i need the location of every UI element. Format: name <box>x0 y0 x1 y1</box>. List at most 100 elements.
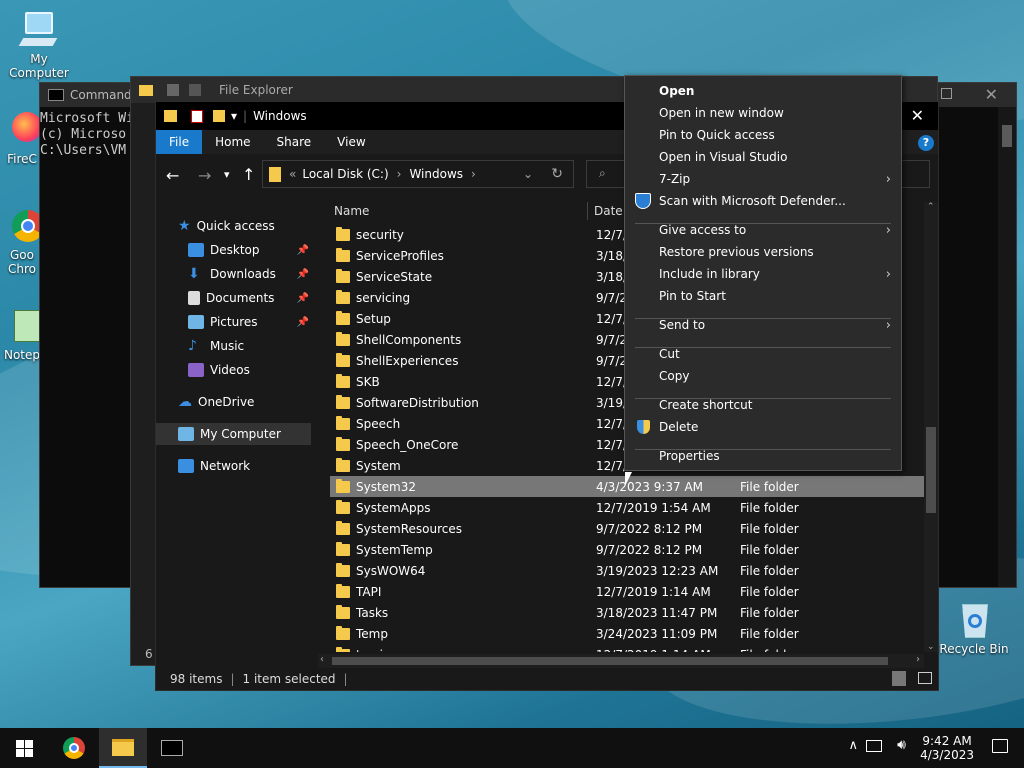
cmd-maximize-button[interactable] <box>941 88 952 99</box>
file-name: Speech <box>356 416 401 431</box>
nav-label: Pictures <box>210 315 258 329</box>
column-divider[interactable] <box>587 202 588 220</box>
menu-item-give-access-to[interactable]: Give access to › <box>625 219 901 241</box>
tab-home[interactable]: Home <box>202 130 263 154</box>
nav-item-pictures[interactable]: Pictures 📌 <box>156 311 311 333</box>
menu-item-include-in-library[interactable]: Include in library › <box>625 263 901 285</box>
address-dropdown-icon[interactable]: ⌄ <box>523 167 533 181</box>
address-bar[interactable]: « Local Disk (C:) › Windows › ⌄ ↻ <box>262 160 574 188</box>
file-row[interactable]: SystemTemp 9/7/2022 8:12 PM File folder <box>330 539 924 560</box>
folder-icon <box>336 478 350 493</box>
horizontal-scrollbar[interactable]: ‹ › <box>318 654 924 668</box>
recent-dropdown-icon[interactable]: ▾ <box>224 168 230 181</box>
file-date: 9/7/2022 8:12 PM <box>596 542 703 557</box>
scroll-up-icon[interactable]: ⌃ <box>927 202 935 212</box>
nav-item-documents[interactable]: Documents 📌 <box>156 287 311 309</box>
network-status-icon[interactable] <box>866 740 882 752</box>
properties-check-icon[interactable] <box>191 109 203 123</box>
help-icon[interactable]: ? <box>918 135 934 151</box>
file-row[interactable]: tracing12/7/2019 1:14 AMFile folder <box>330 644 924 652</box>
network-icon <box>178 459 194 473</box>
volume-icon[interactable]: 🔊︎ <box>897 737 906 753</box>
quick-access-dropdown-icon[interactable]: ▾ <box>231 109 237 123</box>
sort-ascending-icon: ^ <box>450 202 458 207</box>
up-arrow-icon[interactable]: ↑ <box>242 165 255 184</box>
refresh-icon[interactable]: ↻ <box>551 166 563 182</box>
folder-icon <box>336 415 350 430</box>
file-row[interactable]: SystemResources 9/7/2022 8:12 PM File fold… <box>330 518 924 539</box>
desktop-icon-label: Notep <box>3 348 41 362</box>
menu-item-open-in-visual-studio[interactable]: Open in Visual Studio <box>625 146 901 168</box>
breadcrumb-windows[interactable]: Windows <box>409 167 463 181</box>
nav-item-downloads[interactable]: ⬇ Downloads 📌 <box>156 263 311 285</box>
file-list-scrollbar[interactable]: ⌃ ⌄ <box>924 202 938 652</box>
nav-item-music[interactable]: ♪ Music <box>156 335 311 357</box>
menu-item-scan-with-microsoft-defender[interactable]: Scan with Microsoft Defender... <box>625 190 901 212</box>
file-date: 9/7/2022 8:12 PM <box>596 521 703 536</box>
address-overflow[interactable]: « <box>289 167 296 181</box>
file-row[interactable]: SystemApps 12/7/2019 1:54 AM File folder <box>330 497 924 518</box>
file-row[interactable]: SysWOW64 3/19/2023 12:23 AM File folder <box>330 560 924 581</box>
tab-file[interactable]: File <box>156 130 203 154</box>
menu-item-label: Open in Visual Studio <box>659 150 788 164</box>
scroll-thumb[interactable] <box>926 427 936 513</box>
large-icons-view-icon[interactable] <box>918 672 932 684</box>
folder-icon <box>336 625 350 640</box>
file-name: SystemTemp <box>356 542 433 557</box>
breadcrumb-local-disk[interactable]: Local Disk (C:) <box>302 167 388 181</box>
file-date: 3/19/2023 12:23 AM <box>596 563 719 578</box>
menu-item-pin-to-quick-access[interactable]: Pin to Quick access <box>625 124 901 146</box>
desktop-icon-recycle-bin[interactable]: Recycle Bin <box>936 600 1012 656</box>
scroll-down-icon[interactable]: ⌄ <box>927 642 935 652</box>
menu-item-delete[interactable]: Delete <box>625 416 901 438</box>
menu-item-pin-to-start[interactable]: Pin to Start <box>625 285 901 307</box>
menu-item-7-zip[interactable]: 7-Zip › <box>625 168 901 190</box>
taskbar-chrome[interactable] <box>50 728 98 768</box>
file-name: System <box>356 458 401 473</box>
close-icon[interactable]: ✕ <box>911 106 924 125</box>
details-view-icon[interactable] <box>892 671 906 686</box>
taskbar-command-prompt[interactable] <box>148 728 196 768</box>
nav-item-onedrive[interactable]: ☁ OneDrive <box>156 391 311 413</box>
h-scroll-thumb[interactable] <box>332 657 888 665</box>
scroll-right-icon[interactable]: › <box>916 654 920 665</box>
menu-item-open[interactable]: Open <box>625 80 901 102</box>
folder-icon <box>336 520 350 535</box>
file-row[interactable]: TAPI 12/7/2019 1:14 AM File folder <box>330 581 924 602</box>
desktop-icon-my-computer[interactable]: My Computer <box>1 10 77 80</box>
back-arrow-icon[interactable]: ← <box>166 166 179 185</box>
forward-arrow-icon[interactable]: → <box>198 166 211 185</box>
nav-item-my-computer[interactable]: My Computer <box>156 423 311 445</box>
taskbar-file-explorer[interactable] <box>99 728 147 768</box>
menu-item-cut[interactable]: Cut <box>625 343 901 365</box>
nav-item-network[interactable]: Network <box>156 455 311 477</box>
nav-item-quick-access[interactable]: ★ Quick access <box>156 215 311 237</box>
menu-item-open-in-new-window[interactable]: Open in new window <box>625 102 901 124</box>
menu-item-copy[interactable]: Copy <box>625 365 901 387</box>
tab-share[interactable]: Share <box>264 130 325 154</box>
menu-item-label: Create shortcut <box>659 398 753 412</box>
cmd-scrollbar[interactable] <box>998 107 1016 587</box>
new-folder-icon[interactable] <box>213 110 225 122</box>
column-header-name[interactable]: Name <box>334 204 369 218</box>
show-hidden-icons-icon[interactable]: ∧ <box>848 738 858 753</box>
scroll-left-icon[interactable]: ‹ <box>320 654 324 665</box>
menu-item-restore-previous-versions[interactable]: Restore previous versions <box>625 241 901 263</box>
file-name: Tasks <box>356 605 389 620</box>
nav-item-videos[interactable]: Videos <box>156 359 311 381</box>
file-row[interactable]: Tasks 3/18/2023 11:47 PM File folder <box>330 602 924 623</box>
menu-item-send-to[interactable]: Send to › <box>625 314 901 336</box>
start-button[interactable] <box>0 728 48 768</box>
notifications-icon[interactable] <box>992 739 1008 753</box>
menu-item-create-shortcut[interactable]: Create shortcut <box>625 394 901 416</box>
file-row[interactable]: Temp 3/24/2023 11:09 PM File folder <box>330 623 924 644</box>
folder-icon <box>164 110 177 122</box>
tab-view[interactable]: View <box>324 130 378 154</box>
cmd-close-button[interactable]: ✕ <box>985 85 998 104</box>
cmd-scroll-thumb[interactable] <box>1002 125 1012 147</box>
menu-item-properties[interactable]: Properties <box>625 445 901 467</box>
terminal-icon <box>48 89 64 101</box>
taskbar-clock[interactable]: 9:42 AM 4/3/2023 <box>920 728 974 768</box>
nav-item-desktop[interactable]: Desktop 📌 <box>156 239 311 261</box>
context-menu: Open Open in new window Pin to Quick acces… <box>624 75 902 471</box>
